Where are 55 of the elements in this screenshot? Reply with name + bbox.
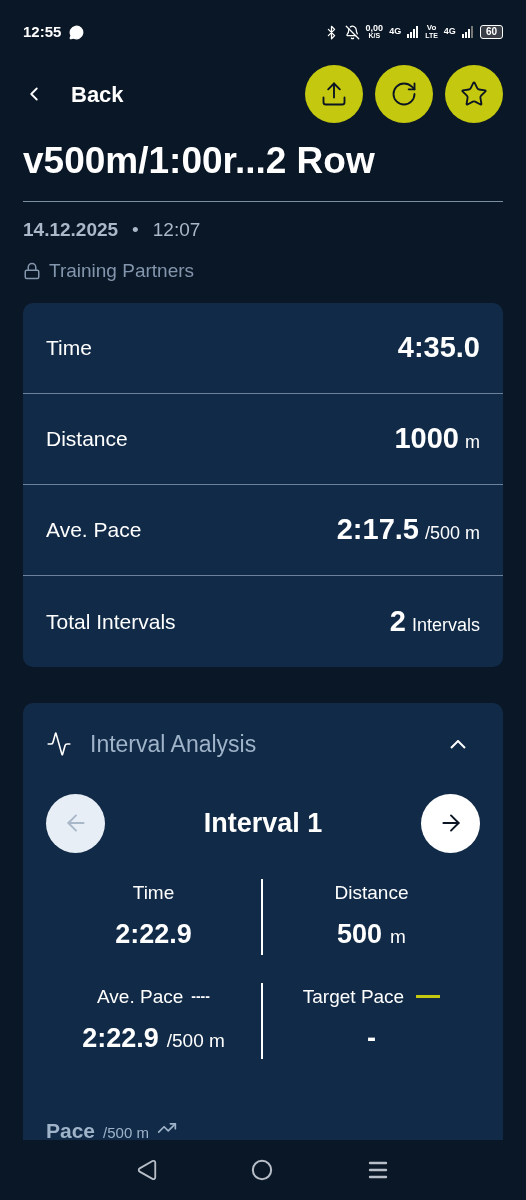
signal-icon: [461, 26, 474, 38]
chart-unit: /500 m: [103, 1122, 149, 1140]
refresh-icon: [390, 80, 418, 108]
battery-indicator: 60: [479, 25, 503, 39]
volte-label: Vo: [426, 24, 437, 32]
interval-stat-label: Target Pace: [302, 984, 405, 1009]
chart-heading: Pace: [46, 1117, 96, 1140]
interval-stat-label: Time: [132, 880, 175, 905]
workout-time: 12:07: [152, 218, 201, 242]
network-speed: 0,00: [365, 24, 384, 32]
triangle-icon: [136, 1159, 159, 1181]
interval-stat-value: 2:22.9: [115, 918, 192, 951]
sync-button[interactable]: [375, 65, 433, 123]
upload-icon: [320, 80, 348, 108]
section-title: Interval Analysis: [90, 730, 257, 759]
stat-unit: Intervals: [411, 613, 480, 637]
interval-stat-label: Distance: [334, 880, 409, 905]
chat-icon: [69, 24, 85, 40]
interval-analysis-header[interactable]: Interval Analysis: [46, 727, 480, 762]
stat-unit: m: [465, 431, 480, 455]
star-icon: [460, 80, 488, 108]
bell-off-icon: [344, 24, 360, 40]
back-nav-button[interactable]: [136, 1159, 159, 1181]
network-type: 4G: [389, 25, 402, 39]
interval-stat-unit: /500 m: [166, 1029, 225, 1053]
separator-dot: •: [132, 218, 139, 242]
share-button[interactable]: [305, 65, 363, 123]
stat-label: Time: [46, 335, 92, 362]
pulse-icon: [46, 731, 72, 758]
interval-stat-unit: m: [390, 925, 406, 949]
signal-icon: [407, 26, 420, 38]
interval-stat-label: Ave. Pace: [97, 984, 184, 1009]
stat-label: Distance: [46, 426, 128, 453]
stat-value: 2:17.5: [336, 512, 419, 548]
stat-label: Total Intervals: [46, 608, 176, 635]
interval-stat-value: 500: [337, 918, 383, 951]
interval-stat-value: 2:22.9: [82, 1022, 159, 1055]
stat-value: 1000: [394, 421, 459, 457]
clock: 12:55: [23, 21, 62, 42]
interval-label: Interval 1: [203, 806, 323, 840]
visibility-label: Training Partners: [49, 258, 195, 283]
home-nav-button[interactable]: [251, 1159, 273, 1181]
legend-dashes: ----: [191, 987, 210, 1007]
stat-value: 4:35.0: [397, 330, 480, 366]
stat-unit: /500 m: [424, 522, 480, 546]
lock-icon: [23, 261, 41, 280]
circle-icon: [251, 1159, 273, 1181]
stat-label: Ave. Pace: [46, 517, 142, 544]
network-type: 4G: [443, 25, 456, 39]
back-button[interactable]: Back: [23, 77, 124, 111]
interval-stat-value: -: [367, 1022, 376, 1055]
workout-title: v500m/1:00r...2 Row: [23, 139, 376, 183]
favorite-button[interactable]: [445, 65, 503, 123]
stat-value: 2: [389, 603, 406, 639]
workout-date: 14.12.2025: [23, 218, 119, 242]
